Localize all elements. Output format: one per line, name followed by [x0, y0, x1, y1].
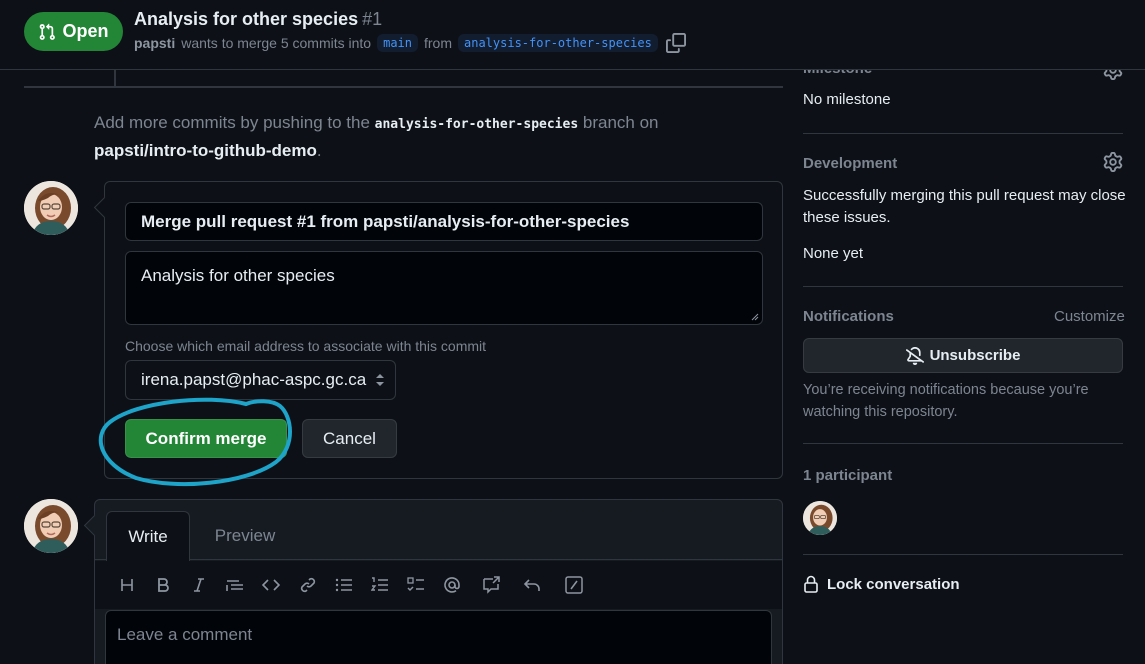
development-header[interactable]: Development — [803, 155, 897, 172]
markdown-toolbar — [95, 561, 782, 609]
push-hint: Add more commits by pushing to the analy… — [94, 110, 734, 164]
bold-icon[interactable] — [152, 573, 174, 597]
push-hint-prefix: Add more commits by pushing to the — [94, 113, 370, 132]
tab-write[interactable]: Write — [106, 511, 190, 561]
merge-form: Merge pull request #1 from papsti/analys… — [104, 181, 783, 479]
pr-number: #1 — [362, 9, 383, 29]
cross-reference-icon[interactable] — [480, 573, 502, 597]
lock-conversation-label: Lock conversation — [827, 575, 960, 593]
gear-icon[interactable] — [1103, 152, 1123, 172]
pr-title: Analysis for other species #1 — [134, 9, 382, 30]
resize-grip-icon[interactable] — [751, 313, 759, 321]
commit-title-input[interactable]: Merge pull request #1 from papsti/analys… — [125, 202, 763, 241]
timeline-divider — [24, 86, 783, 88]
email-select-label: Choose which email address to associate … — [125, 338, 487, 354]
push-hint-suffix: . — [316, 141, 322, 160]
sidebar-divider — [803, 554, 1123, 555]
comment-tabs: Write Preview — [95, 500, 782, 561]
avatar[interactable] — [24, 499, 78, 553]
email-select-value: irena.papst@phac-aspc.gc.ca — [141, 370, 367, 389]
base-branch-link[interactable]: main — [377, 34, 418, 52]
commit-message-textarea[interactable]: Analysis for other species — [125, 251, 763, 325]
pr-merge-text: wants to merge 5 commits into — [181, 35, 372, 51]
sidebar-divider — [803, 443, 1123, 444]
quote-icon[interactable] — [224, 573, 246, 597]
notifications-note: You’re receiving notifications because y… — [803, 382, 1089, 420]
reply-icon[interactable] — [521, 573, 543, 597]
task-list-icon[interactable] — [405, 573, 427, 597]
push-hint-branch: analysis-for-other-species — [374, 117, 579, 132]
avatar[interactable] — [24, 181, 78, 235]
pr-title-text[interactable]: Analysis for other species — [134, 9, 358, 29]
pr-state-label: Open — [62, 21, 109, 41]
head-branch-link[interactable]: analysis-for-other-species — [458, 34, 658, 52]
pr-sticky-header: Open Analysis for other species #1 papsti… — [0, 0, 1145, 70]
email-select[interactable]: irena.papst@phac-aspc.gc.ca — [125, 360, 396, 400]
unsubscribe-label: Unsubscribe — [929, 347, 1021, 364]
comment-placeholder: Leave a comment — [117, 625, 253, 644]
copy-icon[interactable] — [665, 33, 686, 53]
notifications-header: Notifications — [803, 308, 894, 325]
mention-icon[interactable] — [441, 573, 463, 597]
unordered-list-icon[interactable] — [333, 573, 355, 597]
sidebar-divider — [803, 133, 1123, 134]
timeline-line — [114, 70, 116, 86]
customize-link[interactable]: Customize — [1054, 308, 1125, 325]
tab-preview[interactable]: Preview — [200, 511, 290, 560]
slash-command-icon[interactable] — [563, 573, 585, 597]
participants-header: 1 participant — [803, 467, 893, 484]
pr-author-link[interactable]: papsti — [134, 35, 175, 51]
development-text: Successfully merging this pull request m… — [803, 187, 1126, 226]
comment-textarea[interactable]: Leave a comment — [105, 610, 772, 664]
code-icon[interactable] — [260, 573, 282, 597]
lock-conversation-button[interactable]: Lock conversation — [803, 575, 960, 593]
link-icon[interactable] — [297, 573, 319, 597]
select-caret-icon — [375, 373, 385, 387]
unsubscribe-button[interactable]: Unsubscribe — [803, 338, 1123, 373]
pr-meta: papsti wants to merge 5 commits into mai… — [134, 33, 686, 53]
sidebar-divider — [803, 286, 1123, 287]
heading-icon[interactable] — [116, 573, 138, 597]
comment-form: Write Preview Leave a comment — [94, 499, 783, 664]
pr-state-badge: Open — [24, 12, 123, 51]
confirm-merge-button[interactable]: Confirm merge — [125, 419, 287, 458]
push-hint-middle: branch on — [582, 113, 659, 132]
development-value: None yet — [803, 245, 864, 262]
push-hint-repo[interactable]: papsti/intro-to-github-demo — [94, 141, 317, 160]
italic-icon[interactable] — [188, 573, 210, 597]
cancel-button[interactable]: Cancel — [302, 419, 397, 458]
participant-avatar[interactable] — [803, 501, 837, 535]
git-pull-request-icon — [38, 23, 56, 41]
ordered-list-icon[interactable] — [369, 573, 391, 597]
bell-slash-icon — [905, 346, 924, 365]
commit-message-text: Analysis for other species — [141, 266, 335, 285]
pr-from-text: from — [424, 35, 452, 51]
lock-icon — [803, 575, 819, 593]
milestone-value: No milestone — [803, 91, 891, 108]
